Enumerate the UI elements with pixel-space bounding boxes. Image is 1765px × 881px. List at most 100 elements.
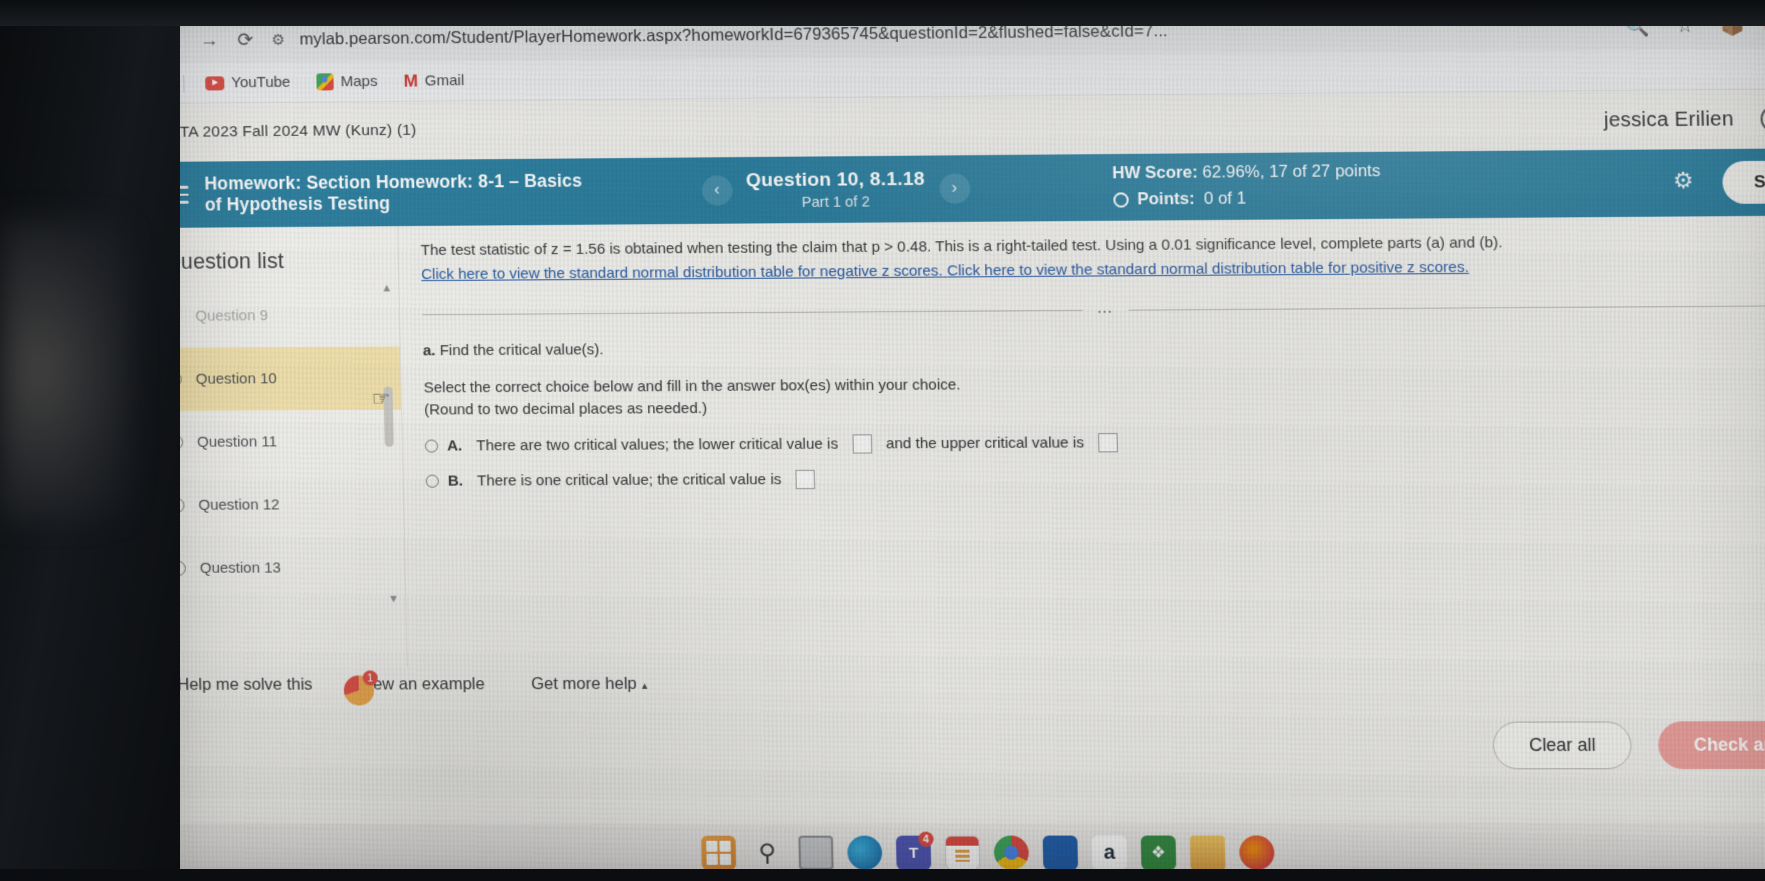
teams-icon[interactable]: T4 <box>895 831 934 870</box>
question-list-panel: Question list ⇤ ✔ Question 9 Question 10 <box>145 226 418 668</box>
question-part: Part 1 of 2 <box>801 193 870 211</box>
homework-toolbar: Homework: Section Homework: 8-1 – Basics… <box>143 148 1765 229</box>
save-button[interactable]: Save <box>1722 160 1765 204</box>
photo-of-laptop-screen: OneLogin MyLab ← → ⟳ ⚙ mylab.pearson.com… <box>0 0 1765 881</box>
question-stem-text: The test statistic of z = 1.56 is obtain… <box>420 234 1503 260</box>
question-list-item-label: Question 9 <box>195 307 269 325</box>
reload-icon[interactable]: ⟳ <box>227 22 264 58</box>
teams-badge: 4 <box>918 831 934 847</box>
bookmark-label: Gmail <box>424 72 465 90</box>
firefox-icon[interactable] <box>1239 835 1275 870</box>
files-icon[interactable] <box>1189 835 1226 870</box>
choice-a-lower-input[interactable] <box>852 433 872 454</box>
bookmark-maps[interactable]: Maps <box>303 73 390 91</box>
help-links-row: Help me solve this View an example Get m… <box>155 664 1765 695</box>
points-value: 0 of 1 <box>1203 189 1247 208</box>
pearson-mylab-page: STA 2023 Fall 2024 MW (Kunz) (1) jessica… <box>142 89 1765 799</box>
part-a-section: a. Find the critical value(s). Select th… <box>400 315 1765 490</box>
part-a-prompt: a. Find the critical value(s). <box>423 333 1765 359</box>
dark-surround-bottom <box>0 869 1765 881</box>
notification-badge-icon[interactable]: 1 <box>343 670 378 706</box>
start-button[interactable] <box>701 835 737 870</box>
homework-title: Homework: Section Homework: 8-1 – Basics… <box>204 170 583 216</box>
bookmark-label: YouTube <box>231 73 291 92</box>
answer-footer: Clear all Check answer <box>155 691 1765 799</box>
dark-surround-top <box>0 0 1765 26</box>
calendar-icon[interactable] <box>944 835 981 870</box>
amazon-icon[interactable]: a <box>1091 835 1128 870</box>
edge-icon[interactable] <box>847 835 883 870</box>
current-question-label: Question 10, 8.1.18 Part 1 of 2 <box>746 168 926 211</box>
question-list-item-10[interactable]: Question 10 <box>148 346 402 411</box>
question-list-item-13[interactable]: Question 13 <box>152 536 405 600</box>
part-a-text: Find the critical value(s). <box>439 340 604 359</box>
outlook-icon[interactable] <box>1042 835 1079 870</box>
question-list-title: Question list <box>163 249 285 274</box>
homework-title-line1: Homework: Section Homework: 8-1 – Basics <box>204 170 583 194</box>
question-list-item-label: Question 12 <box>198 496 280 514</box>
notification-count: 1 <box>362 670 378 686</box>
google-maps-icon <box>316 73 334 91</box>
question-stem: The test statistic of z = 1.56 is obtain… <box>398 215 1765 285</box>
out-of-focus-object <box>0 220 130 520</box>
gmail-icon: M <box>403 71 419 91</box>
question-navigator: ‹ Question 10, 8.1.18 Part 1 of 2 › <box>701 168 971 211</box>
check-answer-button[interactable]: Check answer <box>1658 720 1765 769</box>
laptop-screen: OneLogin MyLab ← → ⟳ ⚙ mylab.pearson.com… <box>140 0 1765 881</box>
choice-b-text-before: There is one critical value; the critica… <box>476 470 782 490</box>
bookmark-youtube[interactable]: YouTube <box>192 74 304 92</box>
hw-score-value: 62.96%, 17 of 27 points <box>1202 162 1381 182</box>
question-list-item-label: Question 11 <box>196 433 278 451</box>
divider <box>183 74 185 93</box>
get-more-help-link[interactable]: Get more help ▴ <box>531 675 648 694</box>
choice-b-letter: B. <box>447 472 464 490</box>
site-settings-icon[interactable]: ⚙ <box>271 31 289 49</box>
homework-body: Question list ⇤ ✔ Question 9 Question 10 <box>145 215 1765 668</box>
gear-icon[interactable]: ⚙ <box>1673 168 1701 197</box>
next-question-button[interactable]: › <box>938 173 971 204</box>
question-list-item-label: Question 13 <box>199 559 282 577</box>
question-list-header: Question list ⇤ <box>145 226 418 285</box>
radio-icon[interactable] <box>425 474 439 488</box>
bookmark-gmail[interactable]: M Gmail <box>390 71 477 91</box>
course-title: STA 2023 Fall 2024 MW (Kunz) (1) <box>169 121 417 141</box>
question-list-item-label: Question 10 <box>195 370 277 388</box>
answer-instructions: Select the correct choice below and fill… <box>423 369 1765 422</box>
scroll-down-icon[interactable]: ▼ <box>388 593 399 605</box>
clear-all-button[interactable]: Clear all <box>1492 720 1633 769</box>
choice-a-upper-input[interactable] <box>1097 432 1118 452</box>
hw-score-row: HW Score: 62.96%, 17 of 27 points <box>1112 160 1381 186</box>
search-icon[interactable]: ⚲ <box>750 836 785 870</box>
task-view-icon[interactable] <box>798 835 834 870</box>
question-list-item-9[interactable]: ✔ Question 9 <box>147 283 400 348</box>
choice-a-letter: A. <box>446 436 463 455</box>
help-me-solve-this-link[interactable]: Help me solve this <box>177 676 312 695</box>
choice-a-text-before: There are two critical values; the lower… <box>476 435 839 454</box>
question-number: Question 10, 8.1.18 <box>745 168 925 191</box>
link-negative-z-table[interactable]: Click here to view the standard normal d… <box>421 262 943 283</box>
overflow-dots-icon[interactable]: ⋯ <box>1082 301 1129 320</box>
user-area: jessica Erilien <box>1604 105 1765 134</box>
puzzle-icon[interactable]: ❖ <box>1140 835 1177 870</box>
question-list-item-11[interactable]: Question 11 <box>149 410 402 474</box>
choice-b-input[interactable] <box>795 469 816 489</box>
radio-icon[interactable] <box>424 439 439 453</box>
question-content: The test statistic of z = 1.56 is obtain… <box>398 215 1765 668</box>
distribution-table-links: Click here to view the standard normal d… <box>421 254 1765 285</box>
prev-question-button[interactable]: ‹ <box>701 175 733 206</box>
choice-a[interactable]: A. There are two critical values; the lo… <box>424 429 1765 455</box>
points-row: Points: 0 of 1 <box>1112 186 1382 212</box>
youtube-icon <box>205 75 225 91</box>
user-name[interactable]: jessica Erilien <box>1604 108 1734 133</box>
toolbar-right-actions: ⚙ Save <box>1673 160 1765 204</box>
help-circle-icon[interactable] <box>1760 105 1765 133</box>
part-a-label: a. <box>422 341 436 359</box>
chrome-icon[interactable] <box>993 835 1030 870</box>
choice-a-text-middle: and the upper critical value is <box>885 433 1085 452</box>
link-positive-z-table[interactable]: Click here to view the standard normal d… <box>947 258 1469 279</box>
homework-title-line2: of Hypothesis Testing <box>204 193 391 215</box>
choice-b[interactable]: B. There is one critical value; the crit… <box>425 465 1765 490</box>
question-list-item-12[interactable]: Question 12 <box>151 473 404 537</box>
bookmark-label: Maps <box>340 72 378 91</box>
forward-icon[interactable]: → <box>191 22 228 58</box>
